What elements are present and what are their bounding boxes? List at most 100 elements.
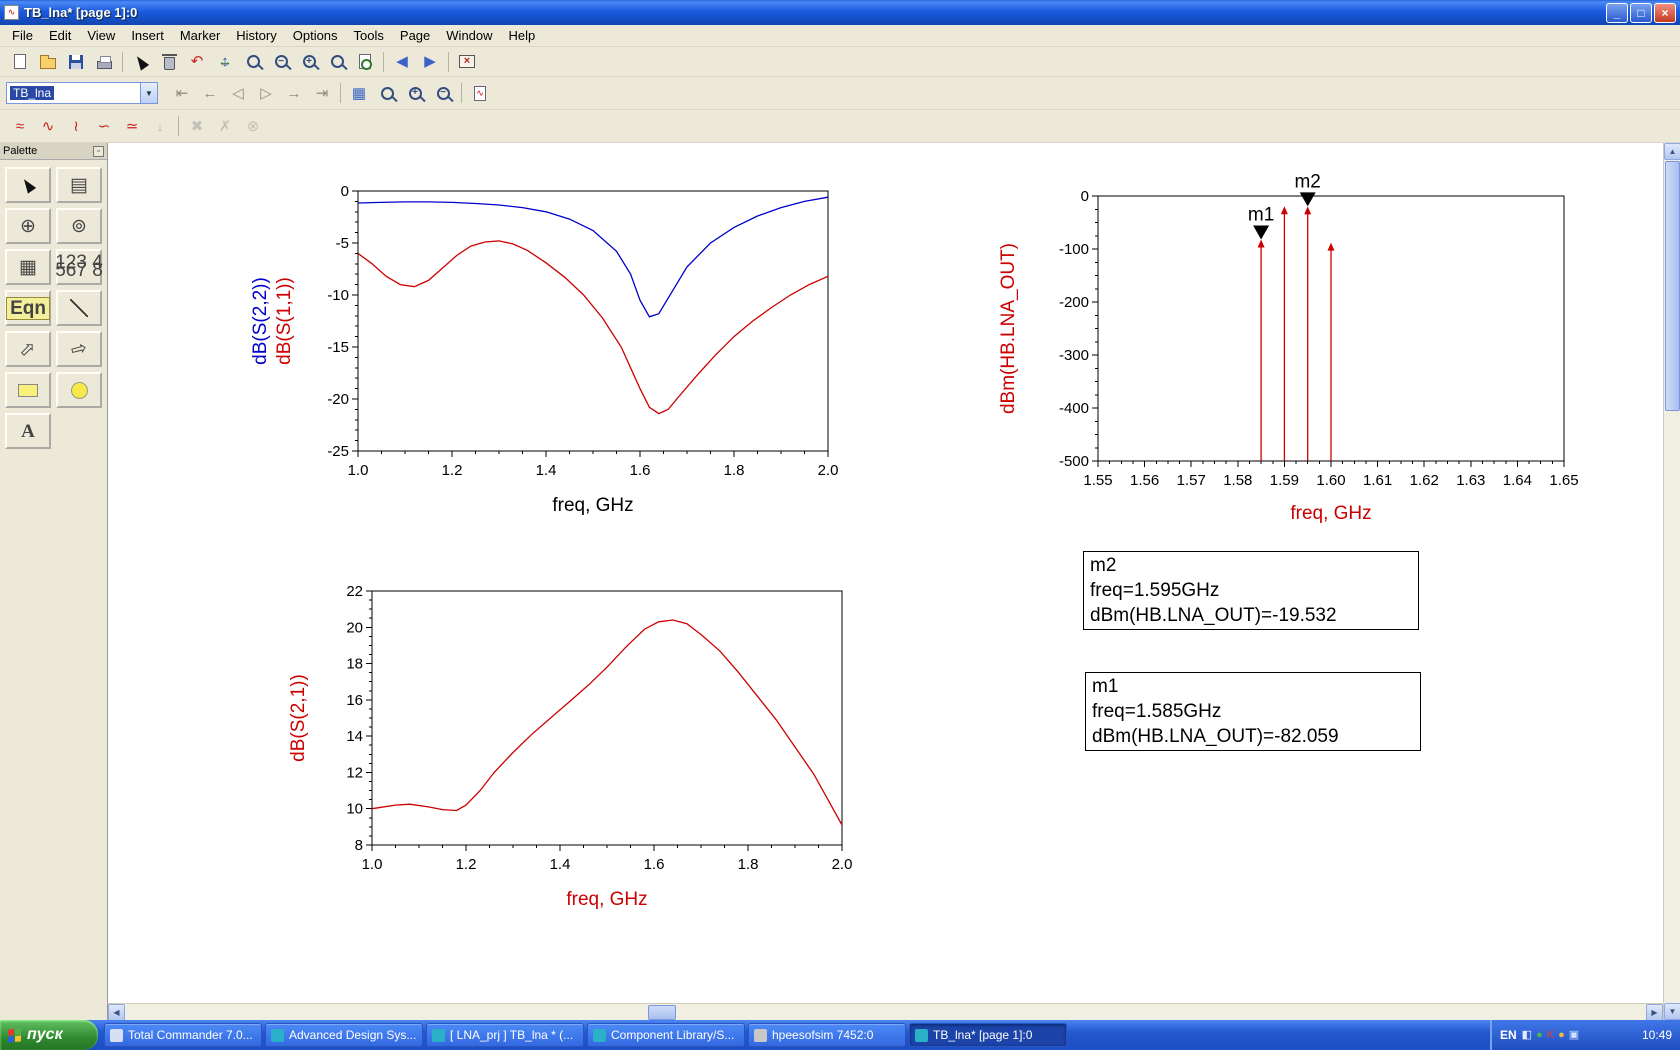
last-sweep-button[interactable]: ⇥: [308, 80, 336, 106]
delete-trace-button[interactable]: ✖: [183, 113, 211, 139]
prev-sweep-button[interactable]: ←: [196, 80, 224, 106]
new-button[interactable]: [6, 49, 34, 75]
menu-edit[interactable]: Edit: [41, 26, 79, 45]
menu-marker[interactable]: Marker: [172, 26, 228, 45]
next-sweep-button[interactable]: →: [280, 80, 308, 106]
palette-list-values-button[interactable]: 123 4 567 8: [55, 249, 103, 285]
taskbar-item-label: Advanced Design Sys...: [289, 1028, 417, 1042]
menu-options[interactable]: Options: [285, 26, 346, 45]
minimize-button[interactable]: _: [1606, 2, 1628, 23]
marker-xy-button[interactable]: ⊗: [239, 113, 267, 139]
insert-list-plot-button[interactable]: ∽: [90, 113, 118, 139]
zoom-area-button[interactable]: [239, 49, 267, 75]
taskbar-item[interactable]: Advanced Design Sys...: [265, 1023, 423, 1047]
palette-arrow-button[interactable]: ⇨: [5, 331, 51, 367]
tray-icon[interactable]: ◧: [1522, 1029, 1532, 1041]
zoom-in-button[interactable]: +: [295, 49, 323, 75]
taskbar-item[interactable]: hpeesofsim 7452:0: [748, 1023, 906, 1047]
zoom-out-view-button[interactable]: −: [429, 80, 457, 106]
start-button[interactable]: пуск: [0, 1020, 98, 1050]
save-button[interactable]: [62, 49, 90, 75]
palette-text-button[interactable]: A: [5, 413, 51, 449]
plot-gain-s21[interactable]: 1.0 1.2 1.4 1.6 1.8 2.0 8 10 12 14 16 18 20 22 freq, G…: [258, 569, 918, 969]
print-button[interactable]: [90, 49, 118, 75]
first-sweep-button[interactable]: ⇤: [168, 80, 196, 106]
menu-tools[interactable]: Tools: [346, 26, 392, 45]
palette-equation-button[interactable]: Eqn: [5, 290, 51, 326]
clock[interactable]: 10:49: [1642, 1028, 1672, 1042]
marker-readout-m1[interactable]: m1 freq=1.585GHz dBm(HB.LNA_OUT)=-82.059: [1085, 672, 1421, 751]
zoom-out-button[interactable]: −: [267, 49, 295, 75]
insert-smith-plot-button[interactable]: ≀: [62, 113, 90, 139]
palette-rectangle-button[interactable]: [5, 372, 51, 408]
menu-history[interactable]: History: [228, 26, 284, 45]
palette-grid-plot-button[interactable]: ▦: [5, 249, 51, 285]
tray-icon[interactable]: ●: [1558, 1029, 1565, 1041]
select-pointer-button[interactable]: [127, 49, 155, 75]
tray-icon[interactable]: K: [1547, 1029, 1554, 1041]
dataset-select[interactable]: TB_lna ▼: [6, 82, 158, 104]
open-button[interactable]: [34, 49, 62, 75]
marker-readout-m2[interactable]: m2 freq=1.595GHz dBm(HB.LNA_OUT)=-19.532: [1083, 551, 1419, 630]
palette-polar-plot-button[interactable]: ⊕: [5, 208, 51, 244]
language-indicator[interactable]: EN: [1500, 1028, 1517, 1042]
tray-icon[interactable]: ●: [1536, 1029, 1543, 1041]
scroll-down-button[interactable]: ▼: [1664, 1003, 1680, 1020]
palette-circle-button[interactable]: [56, 372, 102, 408]
zoom-full-button[interactable]: [323, 49, 351, 75]
insert-rect-plot-button[interactable]: ≈: [6, 113, 34, 139]
view-all-button[interactable]: [351, 49, 379, 75]
taskbar-item[interactable]: Component Library/S...: [587, 1023, 745, 1047]
forward-button[interactable]: ▶: [416, 49, 444, 75]
palette-grid-plot-icon: ▦: [19, 256, 37, 278]
pan-button[interactable]: [211, 49, 239, 75]
taskbar-item[interactable]: [ LNA_prj ] TB_lna * (...: [426, 1023, 584, 1047]
menu-insert[interactable]: Insert: [123, 26, 172, 45]
horizontal-scrollbar[interactable]: ◀ ▶: [108, 1003, 1663, 1021]
plot-s-parameters[interactable]: 1.0 1.2 1.4 1.6 1.8 2.0 0 -5 -10 -15 -20 -25 freq, G…: [248, 171, 908, 561]
palette-list-button[interactable]: ▤: [56, 167, 102, 203]
step-back-button[interactable]: ◁: [224, 80, 252, 106]
scroll-up-button[interactable]: ▲: [1664, 143, 1680, 160]
scroll-left-button[interactable]: ◀: [108, 1004, 125, 1021]
menu-help[interactable]: Help: [501, 26, 544, 45]
palette-pointer-button[interactable]: [5, 167, 51, 203]
palette-arrow-2-button[interactable]: ⇨: [56, 331, 102, 367]
menu-file[interactable]: File: [4, 26, 41, 45]
close-window-button[interactable]: ×: [453, 49, 481, 75]
palette-smith-chart-button[interactable]: ⊚: [56, 208, 102, 244]
insert-polar-plot-button[interactable]: ∿: [34, 113, 62, 139]
menu-view[interactable]: View: [79, 26, 123, 45]
taskbar-item[interactable]: TB_lna* [page 1]:0: [909, 1023, 1067, 1047]
maximize-button[interactable]: □: [1630, 2, 1652, 23]
palette-dock-button[interactable]: ▫: [93, 145, 104, 157]
delete-button[interactable]: [155, 49, 183, 75]
menu-page[interactable]: Page: [392, 26, 438, 45]
zoom-in-view-button[interactable]: +: [401, 80, 429, 106]
close-button[interactable]: ×: [1654, 2, 1676, 23]
vertical-scrollbar[interactable]: ▲ ▼: [1663, 143, 1680, 1020]
zoom-window-button[interactable]: [373, 80, 401, 106]
tray-icon[interactable]: ▣: [1569, 1029, 1579, 1041]
svg-text:1.2: 1.2: [456, 856, 477, 873]
insert-stack-plot-button[interactable]: ≃: [118, 113, 146, 139]
back-button[interactable]: ◀: [388, 49, 416, 75]
scroll-right-button[interactable]: ▶: [1646, 1004, 1663, 1021]
horizontal-scroll-thumb[interactable]: [648, 1005, 676, 1020]
taskbar-item-label: Total Commander 7.0...: [128, 1028, 253, 1042]
menu-window[interactable]: Window: [438, 26, 500, 45]
trace-down-button[interactable]: ↓: [146, 113, 174, 139]
palette-line-button[interactable]: [56, 290, 102, 326]
taskbar-item-label: TB_lna* [page 1]:0: [933, 1028, 1033, 1042]
step-forward-button[interactable]: ▷: [252, 80, 280, 106]
taskbar-item[interactable]: Total Commander 7.0...: [104, 1023, 262, 1047]
tile-view-button[interactable]: ▦: [345, 80, 373, 106]
undo-button[interactable]: ↶: [183, 49, 211, 75]
plot-hb-spectrum[interactable]: 1.55 1.56 1.57 1.58 1.59 1.60 1.61 1.62 1.63 1.64…: [998, 169, 1663, 569]
vertical-scroll-thumb[interactable]: [1665, 161, 1680, 411]
marker-x-button[interactable]: ✗: [211, 113, 239, 139]
new-chart-page-button[interactable]: ∿: [466, 80, 494, 106]
taskbar-item-icon: [432, 1028, 445, 1042]
svg-text:1.8: 1.8: [724, 462, 745, 479]
dropdown-arrow-icon[interactable]: ▼: [140, 83, 157, 103]
